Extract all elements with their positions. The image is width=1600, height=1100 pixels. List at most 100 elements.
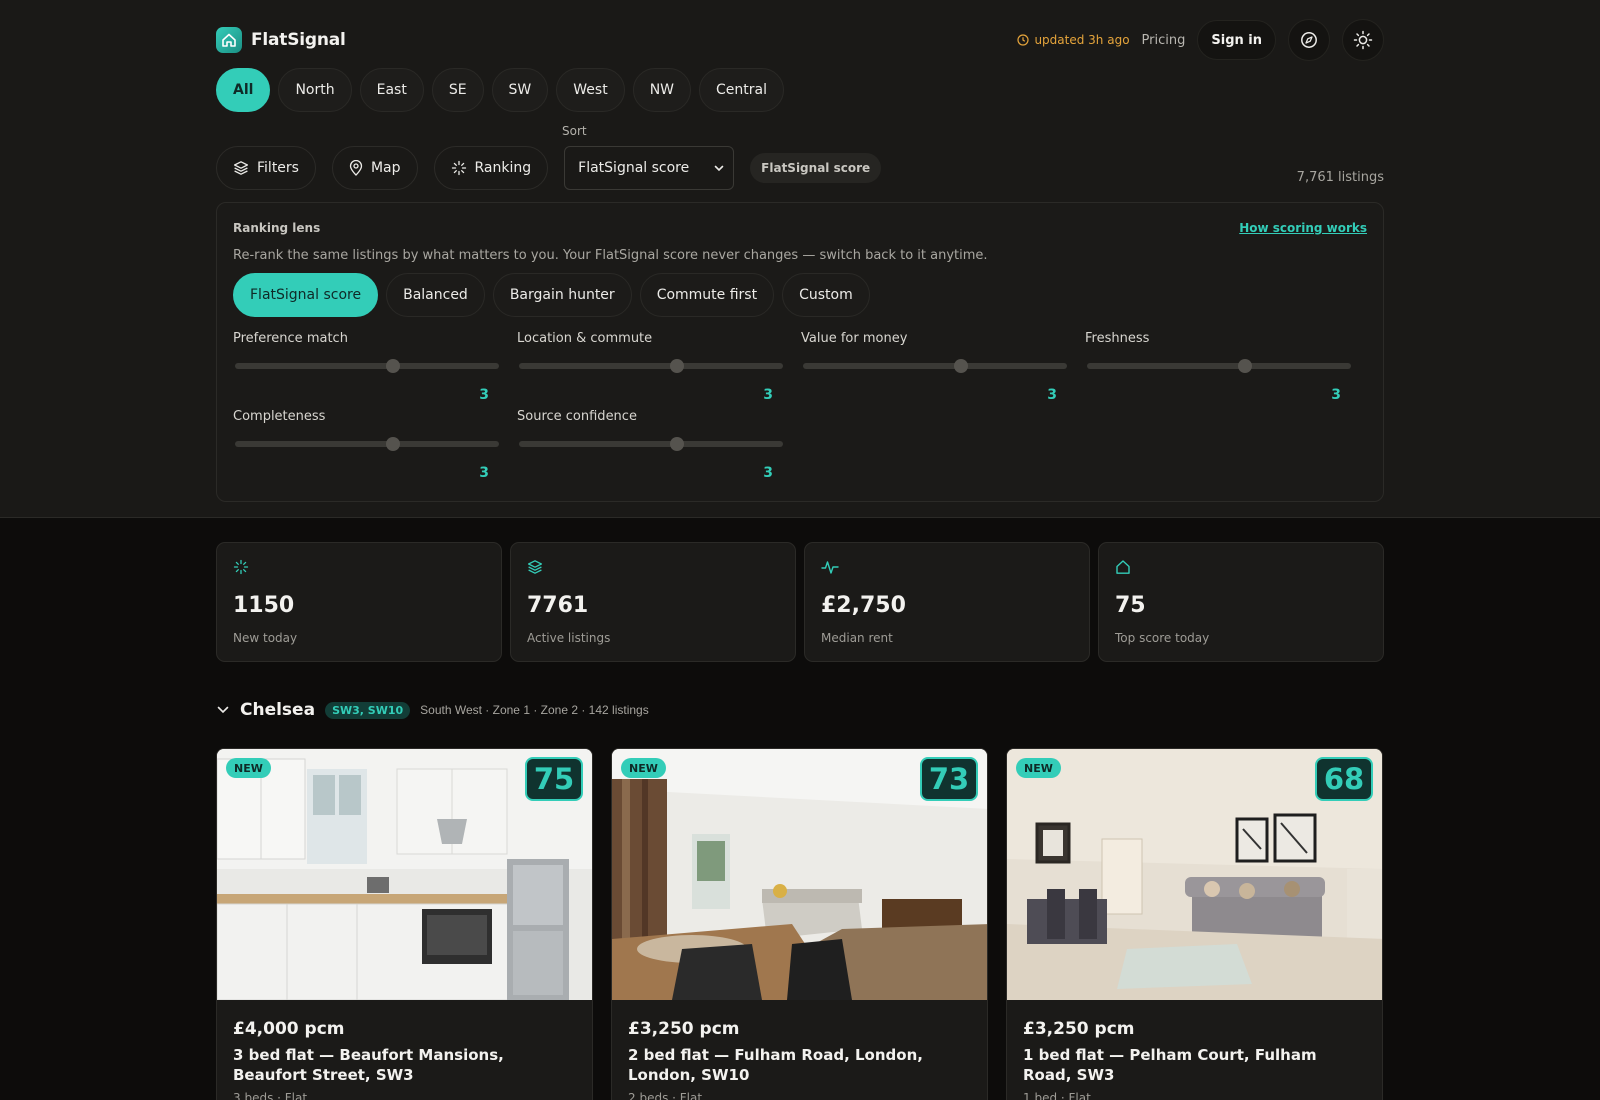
updated-text: updated 3h ago [1034, 33, 1130, 47]
slider-label: Freshness [1085, 331, 1150, 346]
score-badge: 68 [1315, 757, 1373, 801]
area-header: Chelsea SW3, SW10 South West · Zone 1 · … [216, 698, 1384, 722]
brand[interactable]: FlatSignal [216, 27, 346, 53]
stats-row: 1150 New today 7761 Active listings £2,750 Me… [216, 542, 1384, 662]
stat-card: 1150 New today [216, 542, 502, 662]
region-pill-east[interactable]: East [359, 68, 424, 112]
new-badge: NEW [1016, 758, 1061, 778]
weight-slider-completeness: Completeness 3 [233, 409, 499, 489]
region-pill-central[interactable]: Central [699, 68, 785, 112]
region-pill-nw[interactable]: NW [632, 68, 692, 112]
region-pill-sw[interactable]: SW [491, 68, 549, 112]
theme-toggle-button[interactable] [1342, 19, 1384, 61]
active-sort-chip: FlatSignal score [750, 153, 882, 183]
region-pill-west[interactable]: West [556, 68, 625, 112]
slider-label: Completeness [233, 409, 326, 424]
slider-thumb[interactable] [670, 359, 685, 373]
updated-status: updated 3h ago [1017, 33, 1130, 47]
sign-in-button[interactable]: Sign in [1197, 20, 1276, 60]
slider-value: 3 [1047, 387, 1057, 403]
layers-icon [233, 161, 249, 175]
listing-card[interactable]: NEW 68 £3,250 pcm 1 bed flat — Pelham Court… [1006, 748, 1383, 1100]
region-pill-se[interactable]: SE [431, 68, 484, 112]
sort-select[interactable]: FlatSignal score [564, 146, 735, 190]
slider-track[interactable] [519, 363, 783, 369]
lens-button-bargain-hunter[interactable]: Bargain hunter [492, 273, 632, 317]
filters-button[interactable]: Filters [216, 146, 316, 190]
lens-button-custom[interactable]: Custom [782, 273, 870, 317]
lens-button-balanced[interactable]: Balanced [386, 273, 485, 317]
slider-track[interactable] [519, 441, 783, 447]
slider-track[interactable] [803, 363, 1067, 369]
weight-slider-freshness: Freshness 3 [1085, 331, 1351, 411]
ranking-lens-title: Ranking lens [233, 221, 321, 235]
listing-price: £3,250 pcm [628, 1019, 740, 1039]
pricing-link[interactable]: Pricing [1142, 33, 1186, 48]
stat-label: Median rent [821, 631, 893, 645]
slider-value: 3 [763, 387, 773, 403]
slider-label: Source confidence [517, 409, 637, 424]
sort-select-value: FlatSignal score [578, 160, 690, 176]
slider-thumb[interactable] [954, 359, 969, 373]
region-filter: All North East SE SW West NW Central [216, 68, 1384, 114]
header-actions: updated 3h ago Pricing Sign in [1017, 19, 1384, 61]
listing-title[interactable]: 3 bed flat — Beaufort Mansions, Beaufort… [233, 1045, 578, 1085]
slider-label: Location & commute [517, 331, 653, 346]
ranking-lens-panel: Ranking lens How scoring works Re-rank t… [216, 202, 1384, 502]
stat-value: 75 [1115, 593, 1146, 618]
slider-label: Value for money [801, 331, 908, 346]
layers-icon [527, 559, 543, 579]
area-name[interactable]: Chelsea [240, 700, 315, 720]
slider-thumb[interactable] [386, 359, 401, 373]
stat-value: 1150 [233, 593, 295, 618]
how-scoring-works-link[interactable]: How scoring works [1239, 221, 1367, 235]
chevron-down-icon[interactable] [216, 703, 230, 717]
slider-track[interactable] [235, 441, 499, 447]
ranking-label: Ranking [474, 160, 532, 176]
listing-price: £3,250 pcm [1023, 1019, 1135, 1039]
sun-icon [1353, 30, 1373, 50]
ranking-button[interactable]: Ranking [433, 146, 549, 190]
filters-label: Filters [257, 160, 299, 176]
header: FlatSignal updated 3h ago Pricing Sign i… [216, 19, 1384, 61]
lens-button-flatsignal-score[interactable]: FlatSignal score [233, 273, 379, 317]
area-meta: South West · Zone 1 · Zone 2 · 142 listi… [420, 703, 649, 717]
region-pill-all[interactable]: All [216, 68, 271, 112]
slider-track[interactable] [235, 363, 499, 369]
stat-label: Active listings [527, 631, 611, 645]
listing-title[interactable]: 2 bed flat — Fulham Road, London, London… [628, 1045, 973, 1085]
stat-label: New today [233, 631, 298, 645]
listing-price: £4,000 pcm [233, 1019, 345, 1039]
toolbar: Filters Map Ranking FlatSignal score Fla… [216, 146, 1384, 190]
map-label: Map [370, 160, 401, 176]
listing-meta: 1 bed · Flat [1023, 1091, 1091, 1100]
region-pill-north[interactable]: North [278, 68, 352, 112]
listing-title[interactable]: 1 bed flat — Pelham Court, Fulham Road, … [1023, 1045, 1368, 1085]
map-button[interactable]: Map [331, 146, 418, 190]
house-logo-icon [216, 27, 242, 53]
explore-button[interactable] [1288, 19, 1330, 61]
clock-icon [1017, 34, 1030, 46]
weight-slider-location-commute: Location & commute 3 [517, 331, 783, 411]
chevron-down-icon [714, 165, 724, 172]
weight-slider-preference-match: Preference match 3 [233, 331, 499, 411]
lens-options: FlatSignal score Balanced Bargain hunter Co… [233, 273, 870, 317]
stat-card: 7761 Active listings [510, 542, 796, 662]
slider-thumb[interactable] [386, 437, 401, 451]
new-badge: NEW [226, 758, 271, 778]
listing-cards: NEW 75 £4,000 pcm 3 bed flat — Beaufort Man… [216, 748, 1384, 1100]
home-icon [1115, 559, 1131, 579]
stat-value: 7761 [527, 593, 589, 618]
ranking-lens-description: Re-rank the same listings by what matter… [233, 248, 988, 263]
lens-button-commute-first[interactable]: Commute first [639, 273, 775, 317]
slider-thumb[interactable] [670, 437, 685, 451]
listing-card[interactable]: NEW 75 £4,000 pcm 3 bed flat — Beaufort Man… [216, 748, 593, 1100]
listing-meta: 3 beds · Flat [233, 1091, 308, 1100]
compass-icon [1301, 32, 1317, 48]
listing-count-text: 7,761 listings [1296, 170, 1384, 185]
weight-slider-source-confidence: Source confidence 3 [517, 409, 783, 489]
slider-track[interactable] [1087, 363, 1351, 369]
slider-thumb[interactable] [1238, 359, 1253, 373]
brand-name: FlatSignal [251, 30, 346, 50]
listing-card[interactable]: NEW 73 £3,250 pcm 2 bed flat — Fulham Road,… [611, 748, 988, 1100]
